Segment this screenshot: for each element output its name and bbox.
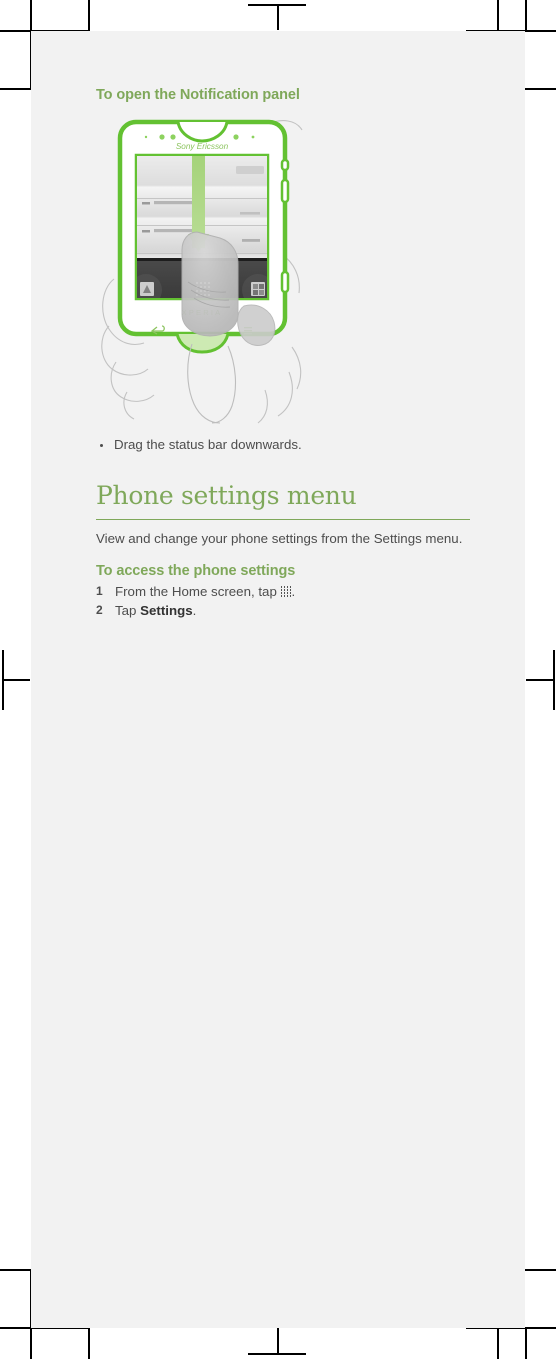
crop-mark-bottom-right-h2 — [525, 1269, 556, 1271]
phone-illustration-svg: Sony Ericsson — [101, 119, 303, 424]
crop-mark-top-left-v2 — [88, 0, 90, 31]
step-2: 2 Tap Settings. — [96, 602, 474, 621]
crop-mark-top-right-h2 — [525, 88, 556, 90]
step-1-text-after: . — [291, 583, 296, 599]
page-sheet: To open the Notification panel Sony Eric… — [31, 31, 525, 1328]
step-1: 1 From the Home screen, tap . — [96, 583, 474, 602]
procedure-1-steps: Drag the status bar downwards. — [96, 436, 474, 454]
phone-camera-button — [280, 270, 290, 294]
crop-mark-right-middle-h — [526, 679, 554, 681]
crop-mark-top-right-v2 — [525, 0, 527, 31]
finger-drag-pointer — [181, 231, 239, 337]
phone-home-key — [175, 333, 230, 354]
title-underline-rule — [96, 518, 470, 521]
crop-mark-bottom-center-v — [277, 1328, 279, 1354]
crop-mark-left-middle-h — [2, 679, 30, 681]
page-title-phone-settings-menu: Phone settings menu — [96, 481, 357, 511]
step-2-text-before: Tap — [115, 602, 141, 618]
step-1-number: 1 — [96, 583, 103, 598]
step-2-bold-settings: Settings — [140, 602, 193, 618]
crop-mark-top-center-v — [277, 4, 279, 30]
procedure-heading-open-notification-panel: To open the Notification panel — [96, 87, 300, 103]
phone-brand-top: Sony Ericsson — [176, 142, 229, 151]
procedure-heading-access-phone-settings: To access the phone settings — [96, 562, 296, 579]
step-2-text-after: . — [192, 602, 197, 618]
phone-volume-button — [280, 178, 290, 204]
page-content: To open the Notification panel Sony Eric… — [96, 86, 474, 621]
thumb-outline — [187, 343, 237, 424]
phone-side-button-top — [280, 158, 290, 172]
section-intro-text: View and change your phone settings from… — [96, 531, 463, 547]
crop-mark-bottom-left-v2 — [88, 1327, 90, 1359]
app-drawer-grid-icon — [280, 585, 292, 597]
procedure-2-steps: 1 From the Home screen, tap . 2 Tap Settin… — [96, 583, 474, 621]
screen-clear-button — [236, 166, 264, 175]
step-1-text-before: From the Home screen, tap — [115, 583, 281, 599]
crop-mark-bottom-right-v2 — [525, 1327, 527, 1359]
step-2-number: 2 — [96, 602, 103, 617]
bullet-step-drag-status-bar: Drag the status bar downwards. — [96, 436, 474, 454]
crop-mark-top-left-h2 — [0, 88, 31, 90]
phone-illustration-figure: Sony Ericsson — [96, 114, 474, 424]
crop-mark-bottom-left-h2 — [0, 1269, 31, 1271]
